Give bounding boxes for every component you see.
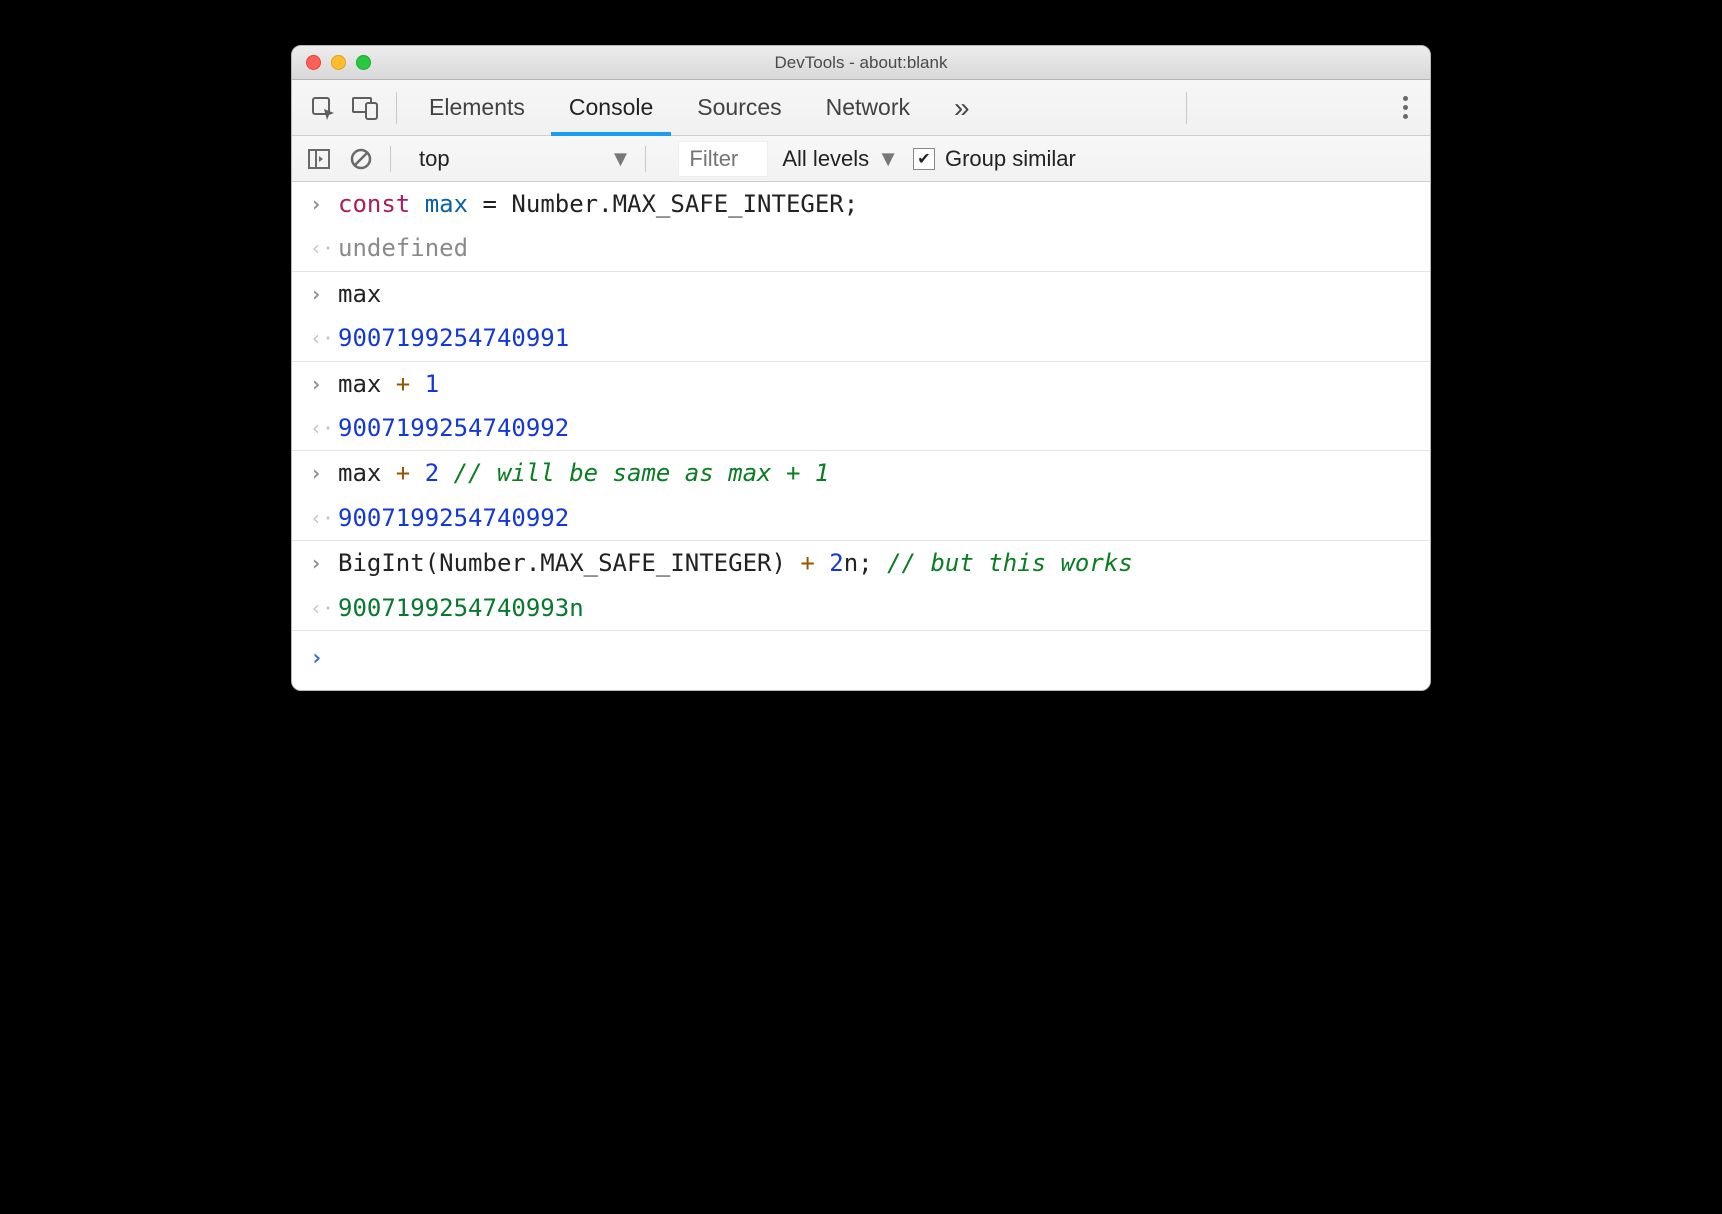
devtools-window: DevTools - about:blank Elements Console … xyxy=(291,45,1431,691)
code-token: BigInt(Number.MAX_SAFE_INTEGER) xyxy=(338,549,800,577)
console-prompt-row[interactable]: › xyxy=(292,631,1430,690)
code-token: 2 xyxy=(829,549,843,577)
code-token: undefined xyxy=(338,234,468,262)
code-token: 9007199254740993n xyxy=(338,594,584,622)
tab-console[interactable]: Console xyxy=(547,80,675,135)
window-controls xyxy=(292,55,371,70)
console-input-code: BigInt(Number.MAX_SAFE_INTEGER) + 2n; //… xyxy=(338,547,1420,579)
tab-label: Console xyxy=(569,94,653,121)
execution-context-select[interactable]: top ▼ xyxy=(419,146,631,172)
console-output-row: ‹·9007199254740992 xyxy=(292,496,1430,541)
tab-label: Elements xyxy=(429,94,525,121)
panel-tabs: Elements Console Sources Network » xyxy=(407,80,992,135)
chevron-down-icon: ▼ xyxy=(877,146,899,172)
output-chevron-icon: ‹· xyxy=(310,322,338,352)
tab-sources[interactable]: Sources xyxy=(675,80,803,135)
console-output-row: ‹·undefined xyxy=(292,226,1430,271)
code-token: + xyxy=(800,549,814,577)
tab-elements[interactable]: Elements xyxy=(407,80,547,135)
group-similar-label: Group similar xyxy=(945,146,1076,172)
titlebar: DevTools - about:blank xyxy=(292,46,1430,80)
filter-input[interactable] xyxy=(678,141,768,177)
console-output-value: 9007199254740991 xyxy=(338,322,1420,354)
console-output-row: ‹·9007199254740992 xyxy=(292,406,1430,451)
separator xyxy=(645,146,646,172)
code-token: // will be same as max + 1 xyxy=(454,459,830,487)
console-output-value: 9007199254740992 xyxy=(338,412,1420,444)
levels-label: All levels xyxy=(782,146,869,172)
more-tabs-button[interactable]: » xyxy=(932,80,992,135)
minimize-window-button[interactable] xyxy=(331,55,346,70)
console-output: ›const max = Number.MAX_SAFE_INTEGER;‹·u… xyxy=(292,182,1430,690)
chevron-down-icon: ▼ xyxy=(610,146,632,172)
separator xyxy=(1186,92,1187,124)
tab-label: Network xyxy=(826,94,910,121)
device-toolbar-icon[interactable] xyxy=(344,88,386,128)
console-input-row: ›max + 2 // will be same as max + 1 xyxy=(292,451,1430,495)
tab-label: Sources xyxy=(697,94,781,121)
code-token: max xyxy=(338,370,396,398)
prompt-chevron-icon: › xyxy=(310,641,338,674)
code-token: max xyxy=(425,190,468,218)
main-toolbar: Elements Console Sources Network » xyxy=(292,80,1430,136)
separator xyxy=(396,92,397,124)
code-token: = xyxy=(468,190,511,218)
code-token: 9007199254740992 xyxy=(338,414,569,442)
code-token xyxy=(410,459,424,487)
code-token: n; xyxy=(844,549,887,577)
chevron-right-double-icon: » xyxy=(954,92,970,124)
input-chevron-icon: › xyxy=(310,278,338,308)
code-token: max xyxy=(338,280,381,308)
code-token: const xyxy=(338,190,425,218)
input-chevron-icon: › xyxy=(310,368,338,398)
console-input-code: const max = Number.MAX_SAFE_INTEGER; xyxy=(338,188,1420,220)
code-token: 9007199254740992 xyxy=(338,504,569,532)
output-chevron-icon: ‹· xyxy=(310,412,338,442)
console-input-code: max + 1 xyxy=(338,368,1420,400)
inspect-element-icon[interactable] xyxy=(302,88,344,128)
console-output-row: ‹·9007199254740993n xyxy=(292,586,1430,631)
console-input-row: ›BigInt(Number.MAX_SAFE_INTEGER) + 2n; /… xyxy=(292,541,1430,585)
code-token: // but this works xyxy=(887,549,1133,577)
code-token: + xyxy=(396,459,410,487)
input-chevron-icon: › xyxy=(310,188,338,218)
code-token: 2 xyxy=(425,459,439,487)
code-token: max xyxy=(338,459,396,487)
code-token: 9007199254740991 xyxy=(338,324,569,352)
console-output-value: 9007199254740993n xyxy=(338,592,1420,624)
input-chevron-icon: › xyxy=(310,547,338,577)
window-title: DevTools - about:blank xyxy=(292,53,1430,73)
context-label: top xyxy=(419,146,450,172)
console-output-row: ‹·9007199254740991 xyxy=(292,316,1430,361)
code-token xyxy=(439,459,453,487)
settings-menu-button[interactable] xyxy=(1391,96,1420,119)
console-input-row: ›const max = Number.MAX_SAFE_INTEGER; xyxy=(292,182,1430,226)
code-token: 1 xyxy=(425,370,439,398)
separator xyxy=(390,146,391,172)
tab-network[interactable]: Network xyxy=(804,80,932,135)
input-chevron-icon: › xyxy=(310,457,338,487)
console-input-code: max + 2 // will be same as max + 1 xyxy=(338,457,1420,489)
code-token xyxy=(815,549,829,577)
output-chevron-icon: ‹· xyxy=(310,502,338,532)
toggle-console-sidebar-icon[interactable] xyxy=(302,149,336,169)
zoom-window-button[interactable] xyxy=(356,55,371,70)
console-filter-bar: top ▼ All levels ▼ ✔ Group similar xyxy=(292,136,1430,182)
console-input-row: ›max xyxy=(292,272,1430,316)
code-token: Number.MAX_SAFE_INTEGER; xyxy=(511,190,858,218)
console-input-code: max xyxy=(338,278,1420,310)
log-levels-select[interactable]: All levels ▼ xyxy=(782,146,899,172)
code-token xyxy=(410,370,424,398)
group-similar-checkbox[interactable]: ✔ xyxy=(913,148,935,170)
code-token: + xyxy=(396,370,410,398)
clear-console-icon[interactable] xyxy=(344,148,378,170)
console-output-value: 9007199254740992 xyxy=(338,502,1420,534)
console-output-value: undefined xyxy=(338,232,1420,264)
close-window-button[interactable] xyxy=(306,55,321,70)
output-chevron-icon: ‹· xyxy=(310,232,338,262)
output-chevron-icon: ‹· xyxy=(310,592,338,622)
console-input-row: ›max + 1 xyxy=(292,362,1430,406)
